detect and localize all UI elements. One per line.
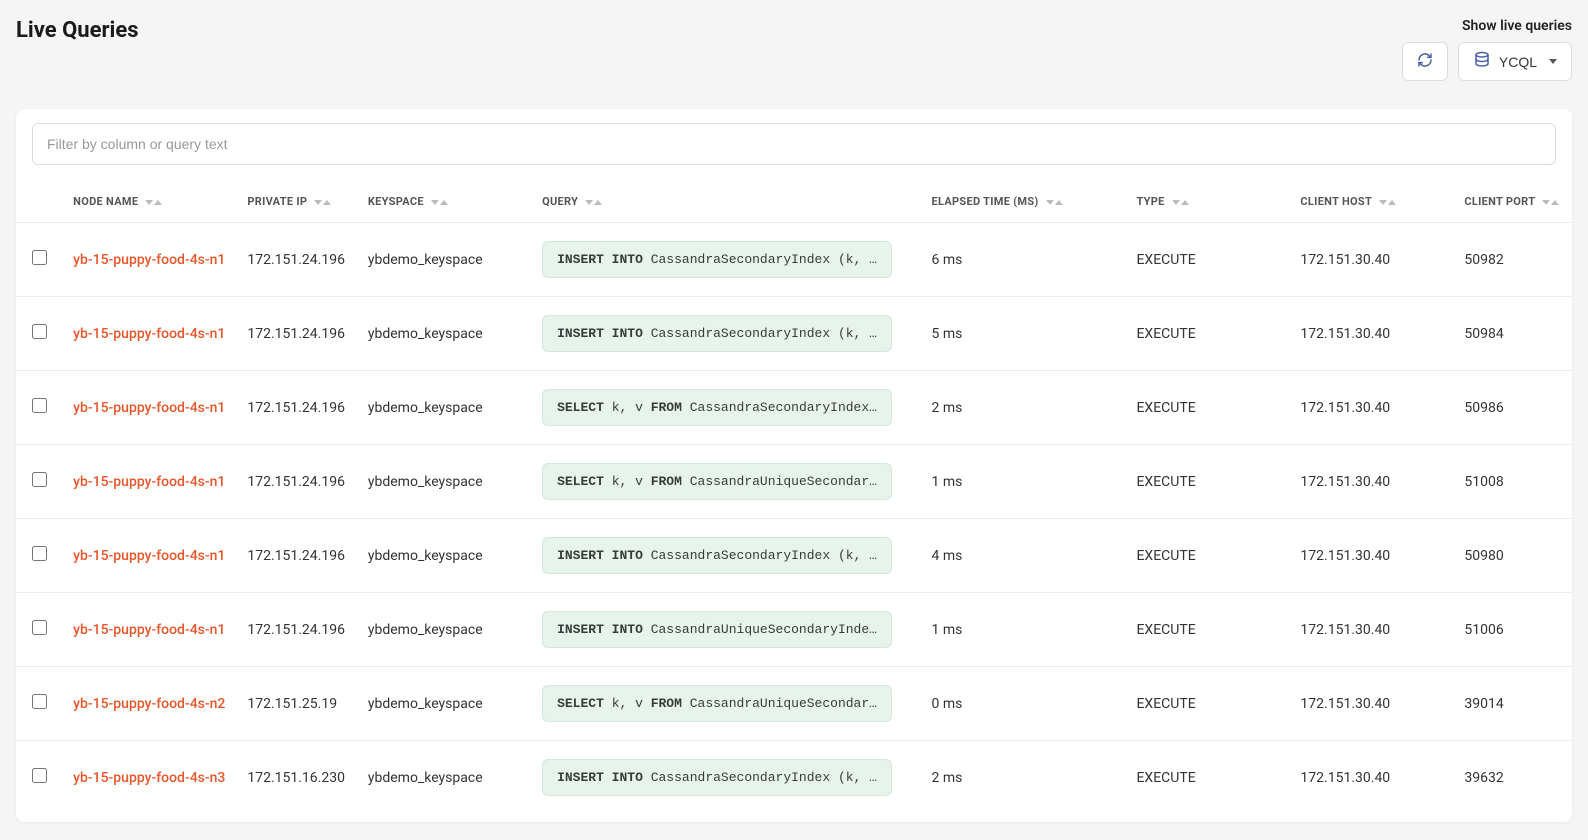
row-checkbox[interactable] [32, 250, 47, 265]
node-name-link[interactable]: yb-15-puppy-food-4s-n3 [73, 770, 225, 786]
client-port-cell: 50986 [1454, 371, 1572, 445]
row-checkbox[interactable] [32, 694, 47, 709]
query-cell[interactable]: INSERT INTO CassandraUniqueSecondaryInde… [542, 611, 892, 648]
client-port-cell: 50984 [1454, 297, 1572, 371]
private-ip-cell: 172.151.24.196 [237, 519, 358, 593]
client-host-cell: 172.151.30.40 [1290, 519, 1454, 593]
client-port-cell: 50980 [1454, 519, 1572, 593]
client-host-cell: 172.151.30.40 [1290, 445, 1454, 519]
client-host-cell: 172.151.30.40 [1290, 297, 1454, 371]
query-cell[interactable]: SELECT k, v FROM CassandraSecondaryIndex… [542, 389, 892, 426]
column-header-elapsed[interactable]: ELAPSED TIME (MS) [922, 181, 1127, 223]
query-cell[interactable]: SELECT k, v FROM CassandraUniqueSecondar… [542, 463, 892, 500]
private-ip-cell: 172.151.25.19 [237, 667, 358, 741]
type-cell: EXECUTE [1126, 519, 1290, 593]
filter-input[interactable] [32, 123, 1556, 165]
show-live-queries-link[interactable]: Show live queries [1462, 18, 1572, 34]
query-cell[interactable]: INSERT INTO CassandraSecondaryIndex (k, … [542, 241, 892, 278]
node-name-link[interactable]: yb-15-puppy-food-4s-n1 [73, 400, 225, 416]
query-cell[interactable]: SELECT k, v FROM CassandraUniqueSecondar… [542, 685, 892, 722]
table-row: yb-15-puppy-food-4s-n2 172.151.25.19 ybd… [16, 667, 1572, 741]
queries-table: NODE NAME PRIVATE IP KEYSPACE QUERY ELAP… [16, 181, 1572, 814]
table-row: yb-15-puppy-food-4s-n1 172.151.24.196 yb… [16, 519, 1572, 593]
private-ip-cell: 172.151.24.196 [237, 297, 358, 371]
type-cell: EXECUTE [1126, 371, 1290, 445]
column-header-private-ip[interactable]: PRIVATE IP [237, 181, 358, 223]
private-ip-cell: 172.151.24.196 [237, 223, 358, 297]
table-row: yb-15-puppy-food-4s-n3 172.151.16.230 yb… [16, 741, 1572, 815]
node-name-link[interactable]: yb-15-puppy-food-4s-n1 [73, 548, 225, 564]
table-row: yb-15-puppy-food-4s-n1 172.151.24.196 yb… [16, 223, 1572, 297]
page-title: Live Queries [16, 18, 139, 43]
column-header-client-host[interactable]: CLIENT HOST [1290, 181, 1454, 223]
database-icon [1473, 51, 1491, 72]
client-port-cell: 51006 [1454, 593, 1572, 667]
elapsed-cell: 1 ms [922, 593, 1127, 667]
node-name-link[interactable]: yb-15-puppy-food-4s-n2 [73, 696, 225, 712]
keyspace-cell: ybdemo_keyspace [358, 297, 532, 371]
client-port-cell: 51008 [1454, 445, 1572, 519]
type-cell: EXECUTE [1126, 223, 1290, 297]
refresh-button[interactable] [1402, 42, 1448, 81]
private-ip-cell: 172.151.24.196 [237, 593, 358, 667]
column-header-type[interactable]: TYPE [1126, 181, 1290, 223]
refresh-icon [1417, 52, 1433, 71]
api-selector-label: YCQL [1499, 54, 1537, 70]
type-cell: EXECUTE [1126, 445, 1290, 519]
api-selector-button[interactable]: YCQL [1458, 42, 1572, 81]
node-name-link[interactable]: yb-15-puppy-food-4s-n1 [73, 252, 225, 268]
column-header-client-port[interactable]: CLIENT PORT [1454, 181, 1572, 223]
column-header-query[interactable]: QUERY [532, 181, 921, 223]
type-cell: EXECUTE [1126, 667, 1290, 741]
elapsed-cell: 2 ms [922, 371, 1127, 445]
table-row: yb-15-puppy-food-4s-n1 172.151.24.196 yb… [16, 593, 1572, 667]
type-cell: EXECUTE [1126, 593, 1290, 667]
private-ip-cell: 172.151.24.196 [237, 371, 358, 445]
client-host-cell: 172.151.30.40 [1290, 667, 1454, 741]
column-header-node-name[interactable]: NODE NAME [63, 181, 237, 223]
client-host-cell: 172.151.30.40 [1290, 223, 1454, 297]
chevron-down-icon [1549, 59, 1557, 64]
type-cell: EXECUTE [1126, 297, 1290, 371]
row-checkbox[interactable] [32, 768, 47, 783]
elapsed-cell: 4 ms [922, 519, 1127, 593]
client-host-cell: 172.151.30.40 [1290, 371, 1454, 445]
table-row: yb-15-puppy-food-4s-n1 172.151.24.196 yb… [16, 371, 1572, 445]
query-cell[interactable]: INSERT INTO CassandraSecondaryIndex (k, … [542, 315, 892, 352]
keyspace-cell: ybdemo_keyspace [358, 741, 532, 815]
node-name-link[interactable]: yb-15-puppy-food-4s-n1 [73, 622, 225, 638]
row-checkbox[interactable] [32, 398, 47, 413]
client-host-cell: 172.151.30.40 [1290, 741, 1454, 815]
row-checkbox[interactable] [32, 546, 47, 561]
row-checkbox[interactable] [32, 472, 47, 487]
node-name-link[interactable]: yb-15-puppy-food-4s-n1 [73, 326, 225, 342]
keyspace-cell: ybdemo_keyspace [358, 371, 532, 445]
private-ip-cell: 172.151.16.230 [237, 741, 358, 815]
keyspace-cell: ybdemo_keyspace [358, 593, 532, 667]
keyspace-cell: ybdemo_keyspace [358, 667, 532, 741]
table-row: yb-15-puppy-food-4s-n1 172.151.24.196 yb… [16, 445, 1572, 519]
elapsed-cell: 2 ms [922, 741, 1127, 815]
type-cell: EXECUTE [1126, 741, 1290, 815]
column-header-keyspace[interactable]: KEYSPACE [358, 181, 532, 223]
keyspace-cell: ybdemo_keyspace [358, 519, 532, 593]
queries-panel: NODE NAME PRIVATE IP KEYSPACE QUERY ELAP… [16, 109, 1572, 822]
keyspace-cell: ybdemo_keyspace [358, 223, 532, 297]
node-name-link[interactable]: yb-15-puppy-food-4s-n1 [73, 474, 225, 490]
row-checkbox[interactable] [32, 620, 47, 635]
elapsed-cell: 0 ms [922, 667, 1127, 741]
query-cell[interactable]: INSERT INTO CassandraSecondaryIndex (k, … [542, 537, 892, 574]
table-row: yb-15-puppy-food-4s-n1 172.151.24.196 yb… [16, 297, 1572, 371]
client-port-cell: 39014 [1454, 667, 1572, 741]
elapsed-cell: 5 ms [922, 297, 1127, 371]
elapsed-cell: 6 ms [922, 223, 1127, 297]
client-port-cell: 39632 [1454, 741, 1572, 815]
row-checkbox[interactable] [32, 324, 47, 339]
elapsed-cell: 1 ms [922, 445, 1127, 519]
keyspace-cell: ybdemo_keyspace [358, 445, 532, 519]
private-ip-cell: 172.151.24.196 [237, 445, 358, 519]
client-host-cell: 172.151.30.40 [1290, 593, 1454, 667]
client-port-cell: 50982 [1454, 223, 1572, 297]
query-cell[interactable]: INSERT INTO CassandraSecondaryIndex (k, … [542, 759, 892, 796]
